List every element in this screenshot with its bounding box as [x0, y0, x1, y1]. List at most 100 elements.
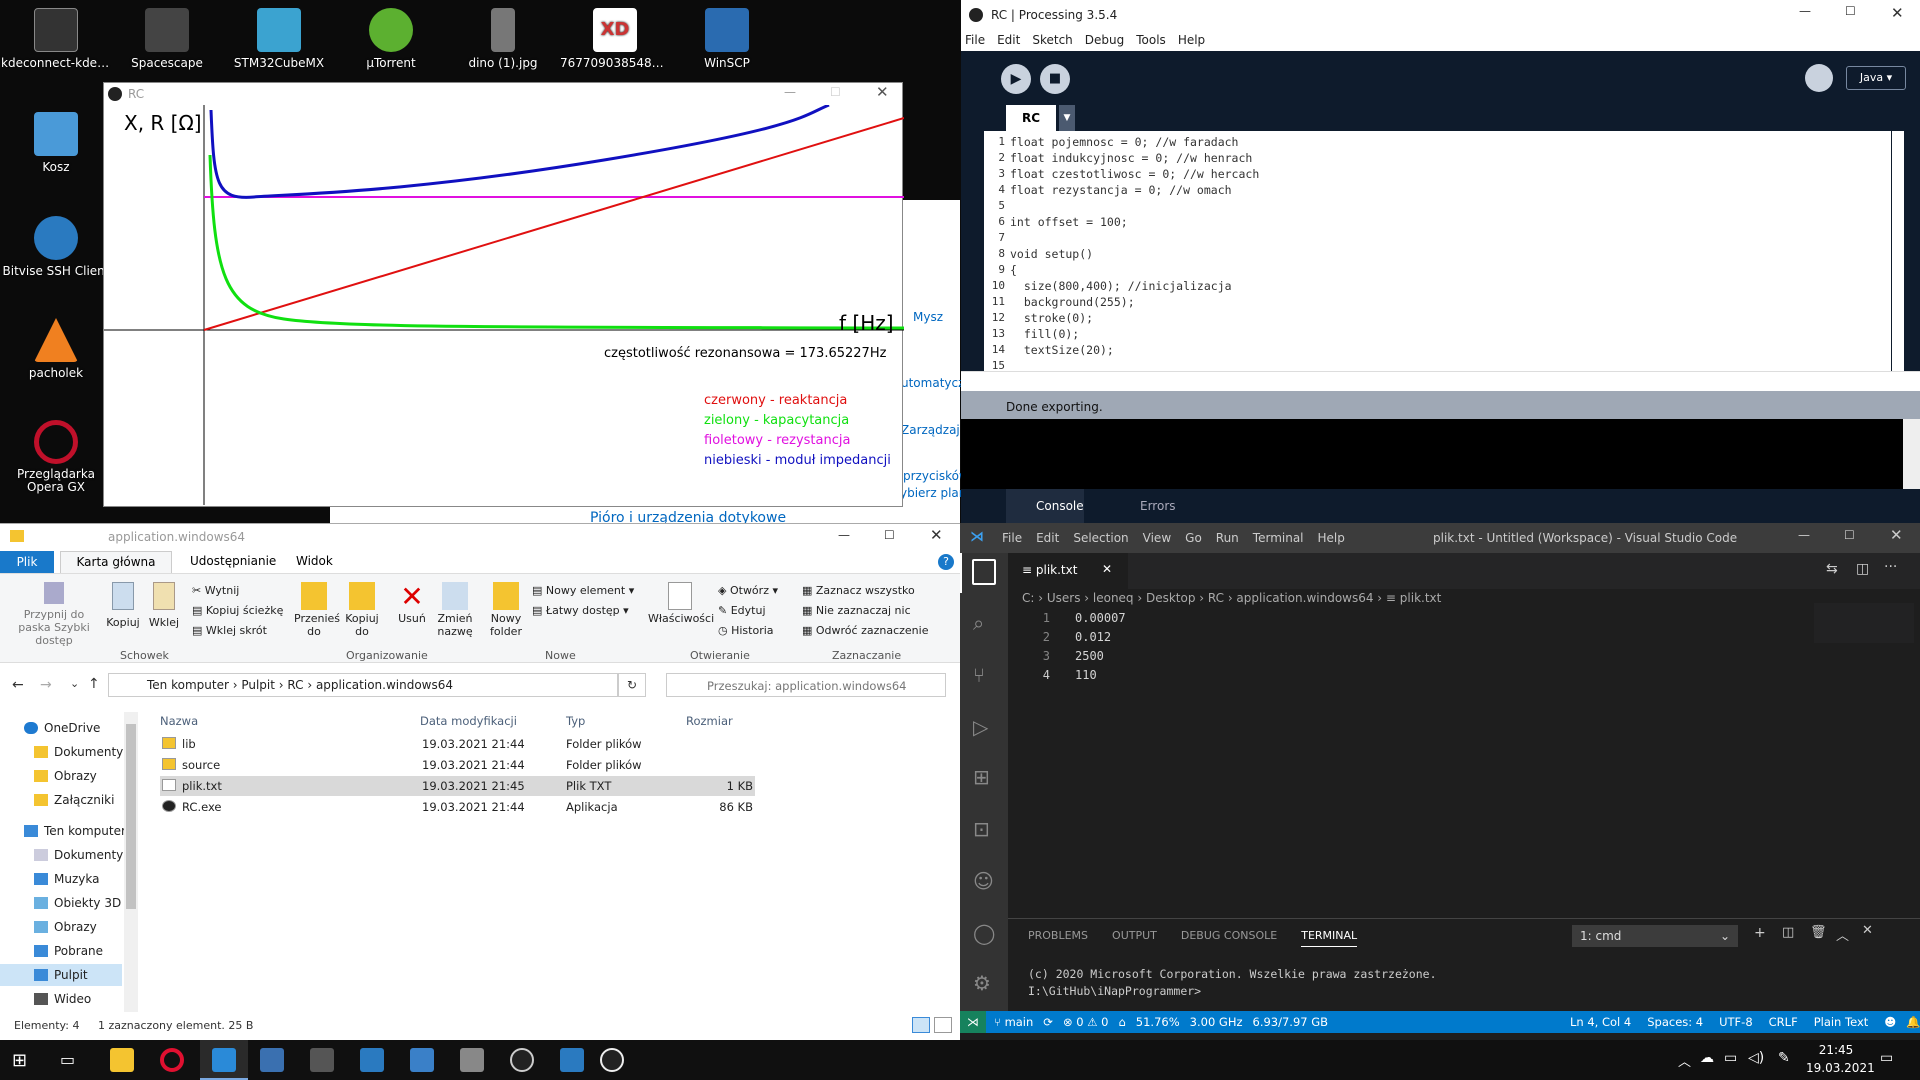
code-line[interactable]: float czestotliwosc = 0; //w hercach — [1010, 166, 1259, 182]
minimize-icon[interactable]: — — [784, 85, 796, 99]
tab-rc[interactable]: RC — [1006, 105, 1056, 131]
menu-view[interactable]: View — [1143, 531, 1171, 545]
desktop-icon-recycle-bin[interactable]: Kosz — [1, 112, 111, 174]
code-line[interactable]: stroke(0); — [1010, 310, 1093, 326]
recent-chevron-icon[interactable]: ⌄ — [70, 677, 79, 690]
tab-home[interactable]: Karta główna — [60, 551, 172, 573]
move-to-button[interactable]: Przenieś do — [294, 582, 340, 638]
debug-icon[interactable] — [1805, 64, 1833, 92]
invert-selection-button[interactable]: ▦ Odwróć zaznaczenie — [802, 624, 928, 637]
nav-scrollbar-thumb[interactable] — [126, 724, 136, 909]
cut-button[interactable]: ✂ Wytnij — [192, 584, 239, 597]
split-editor-icon[interactable]: ◫ — [1856, 561, 1869, 577]
open-button[interactable]: ◈ Otwórz ▾ — [718, 584, 778, 597]
help-icon[interactable]: ? — [938, 554, 954, 570]
cursor-position[interactable]: Ln 4, Col 4 — [1570, 1015, 1631, 1029]
settings-link-plan[interactable]: ybierz plan — [900, 486, 966, 500]
panel-tab-output[interactable]: OUTPUT — [1112, 929, 1157, 942]
nav-onedrive[interactable]: OneDrive — [24, 721, 100, 735]
maximize-icon[interactable]: ☐ — [830, 85, 841, 99]
file-row[interactable]: RC.exe 19.03.2021 21:44 Aplikacja 86 KB — [160, 797, 755, 817]
maximize-panel-icon[interactable]: ︿ — [1836, 925, 1849, 944]
sync-icon[interactable]: ⟳ — [1043, 1015, 1053, 1029]
close-icon[interactable]: ✕ — [1890, 526, 1903, 544]
taskbar-remote-icon[interactable] — [360, 1048, 384, 1072]
code-line[interactable]: 2500 — [1075, 649, 1104, 663]
nav-onedrive-documents[interactable]: Dokumenty — [34, 745, 123, 759]
explorer-icon[interactable] — [972, 559, 996, 585]
desktop-icon-stm32cubemx[interactable]: STM32CubeMX — [224, 8, 334, 70]
desktop-icon-utorrent[interactable]: µTorrent — [336, 8, 446, 70]
problems-status[interactable]: ⊗ 0 ⚠ 0 — [1063, 1015, 1109, 1029]
nav-3d-objects[interactable]: Obiekty 3D — [34, 896, 121, 910]
menu-file[interactable]: File — [965, 33, 985, 47]
taskbar-explorer-icon[interactable] — [110, 1048, 134, 1072]
tray-chevron-icon[interactable]: ︿ — [1678, 1051, 1691, 1070]
search-icon[interactable]: ⌕ — [973, 611, 984, 635]
desktop-icon-spacescape[interactable]: Spacescape — [112, 8, 222, 70]
run-debug-icon[interactable]: ▷ — [973, 715, 988, 739]
nav-videos[interactable]: Wideo — [34, 992, 91, 1006]
tiles-view-icon[interactable] — [934, 1017, 952, 1033]
copy-path-button[interactable]: ▤ Kopiuj ścieżkę — [192, 604, 283, 617]
menu-run[interactable]: Run — [1216, 531, 1239, 545]
line-ending[interactable]: CRLF — [1769, 1015, 1798, 1029]
edit-button[interactable]: ✎ Edytuj — [718, 604, 766, 617]
refresh-icon[interactable]: ↻ — [618, 673, 646, 697]
forward-arrow-icon[interactable]: → — [40, 677, 52, 693]
code-line[interactable]: { — [1010, 262, 1017, 278]
volume-icon[interactable]: ◁) — [1748, 1050, 1764, 1066]
file-row[interactable]: plik.txt 19.03.2021 21:45 Plik TXT 1 KB — [160, 776, 755, 796]
code-line[interactable]: background(255); — [1010, 294, 1135, 310]
task-view-icon[interactable]: ▭ — [60, 1050, 75, 1069]
select-none-button[interactable]: ▦ Nie zaznaczaj nic — [802, 604, 911, 617]
up-arrow-icon[interactable]: ↑ — [88, 676, 100, 692]
column-name[interactable]: Nazwa — [160, 714, 198, 728]
maximize-icon[interactable]: ☐ — [1844, 528, 1855, 542]
menu-tools[interactable]: Tools — [1136, 33, 1166, 47]
maximize-icon[interactable]: ☐ — [884, 528, 895, 542]
minimize-icon[interactable]: — — [838, 528, 850, 542]
paste-shortcut-button[interactable]: ▤ Wklej skrót — [192, 624, 267, 637]
delete-button[interactable]: ✕ Usuń — [392, 582, 432, 626]
menu-debug[interactable]: Debug — [1085, 33, 1124, 47]
desktop-icon-dino-jpg[interactable]: dino (1).jpg — [448, 8, 558, 70]
tab-menu-arrow-icon[interactable]: ▼ — [1059, 105, 1075, 131]
run-button[interactable]: ▶ — [1001, 64, 1031, 94]
encoding[interactable]: UTF-8 — [1719, 1015, 1753, 1029]
details-view-icon[interactable] — [912, 1017, 930, 1033]
settings-gear-icon[interactable]: ⚙ — [973, 971, 991, 995]
editor-hscrollbar[interactable] — [961, 371, 1920, 391]
menu-help[interactable]: Help — [1318, 531, 1345, 545]
account-icon[interactable]: ◯ — [973, 921, 995, 945]
menu-help[interactable]: Help — [1178, 33, 1205, 47]
pen-icon[interactable]: ✎ — [1778, 1050, 1790, 1066]
menu-selection[interactable]: Selection — [1073, 531, 1128, 545]
column-date[interactable]: Data modyfikacji — [420, 714, 517, 728]
history-button[interactable]: ◷ Historia — [718, 624, 774, 637]
compare-icon[interactable]: ⇆ — [1826, 561, 1838, 577]
menu-go[interactable]: Go — [1185, 531, 1202, 545]
branch-status[interactable]: ⑂ main — [994, 1015, 1033, 1029]
nav-pictures[interactable]: Obrazy — [34, 920, 97, 934]
paste-button[interactable]: Wklej — [146, 582, 182, 629]
stop-button[interactable]: ■ — [1040, 64, 1070, 94]
terminal-output[interactable]: (c) 2020 Microsoft Corporation. Wszelkie… — [1028, 966, 1437, 1000]
menu-file[interactable]: File — [1002, 531, 1022, 545]
close-icon[interactable]: ✕ — [876, 83, 889, 101]
column-type[interactable]: Typ — [566, 714, 585, 728]
bell-icon[interactable]: 🔔 — [1906, 1015, 1920, 1029]
code-line[interactable]: size(800,400); //inicjalizacja — [1010, 278, 1232, 294]
code-line[interactable]: 0.00007 — [1075, 611, 1126, 625]
desktop-icon-kdeconnect[interactable]: kdeconnect-kde-1... — [1, 8, 111, 70]
terminal-select[interactable]: 1: cmd ⌄ — [1572, 925, 1738, 947]
easy-access-button[interactable]: ▤ Łatwy dostęp ▾ — [532, 604, 629, 617]
nav-documents[interactable]: Dokumenty — [34, 848, 123, 862]
new-terminal-icon[interactable]: + — [1754, 925, 1766, 941]
taskbar-mail-icon[interactable] — [560, 1048, 584, 1072]
taskbar-processing-icon[interactable] — [510, 1048, 534, 1072]
editor-scrollbar[interactable] — [1892, 131, 1904, 371]
taskbar-app-icon[interactable] — [310, 1048, 334, 1072]
source-control-icon[interactable]: ⑂ — [973, 663, 985, 687]
menu-edit[interactable]: Edit — [997, 33, 1020, 47]
